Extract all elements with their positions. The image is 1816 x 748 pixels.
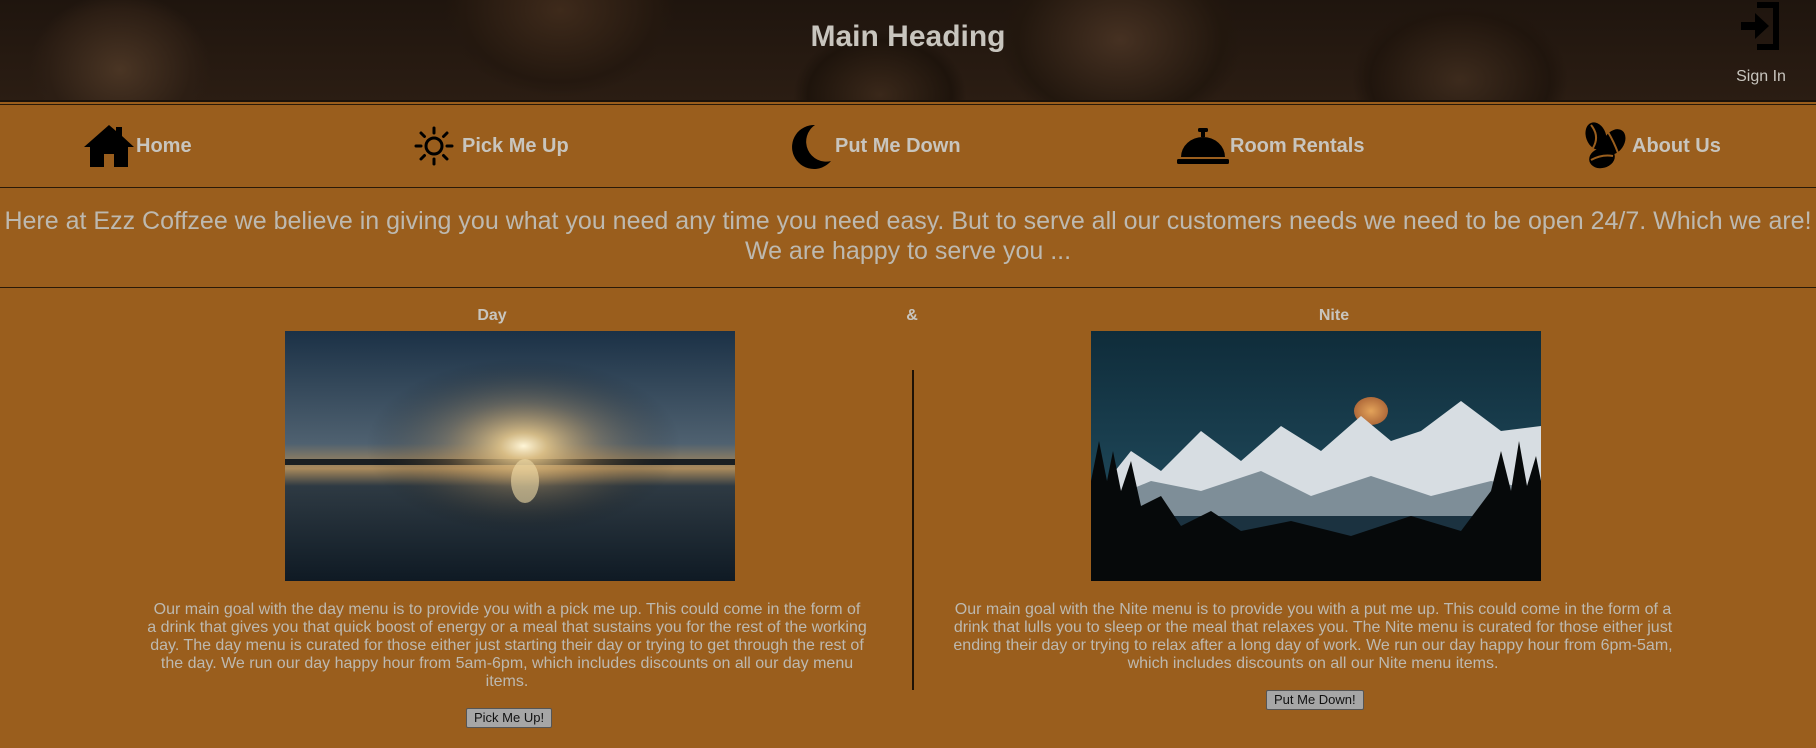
nav-item-put-me-down-label: Put Me Down: [835, 134, 961, 157]
nav-item-home-label: Home: [136, 134, 192, 157]
nav-item-home[interactable]: Home: [82, 105, 192, 187]
intro-line-1: Here at Ezz Coffzee we believe in giving…: [4, 207, 1812, 235]
nite-moon-image: [1091, 331, 1541, 581]
home-icon: [84, 125, 134, 167]
header-banner: Main Heading Sign In: [0, 0, 1816, 102]
pick-me-up-button[interactable]: Pick Me Up!: [466, 708, 553, 728]
nav-item-put-me-down[interactable]: Put Me Down: [785, 105, 961, 187]
sun-icon: [414, 126, 454, 166]
sign-in-icon: [1741, 2, 1779, 50]
put-me-down-button[interactable]: Put Me Down!: [1266, 690, 1364, 710]
nite-title: Nite: [1318, 307, 1350, 324]
concierge-bell-icon: [1177, 128, 1229, 164]
sign-in-link[interactable]: Sign In: [1726, 0, 1796, 86]
page-title: Main Heading: [810, 20, 1006, 53]
nav-item-about-us-label: About Us: [1632, 134, 1721, 157]
coffee-beans-icon: [1585, 122, 1626, 169]
nav-item-room-rentals[interactable]: Room Rentals: [1176, 105, 1364, 187]
moon-icon: [792, 124, 831, 169]
day-title: Day: [477, 307, 507, 324]
sign-in-label: Sign In: [1736, 68, 1786, 85]
column-divider: [912, 370, 914, 690]
ampersand-label: &: [906, 307, 918, 324]
nav-item-pick-me-up[interactable]: Pick Me Up: [414, 105, 569, 187]
intro-line-2: We are happy to serve you ...: [744, 237, 1072, 265]
nav-item-pick-me-up-label: Pick Me Up: [462, 134, 569, 157]
main-nav: Home Pick Me Up Put Me Down Room Rentals…: [0, 104, 1816, 188]
day-sunset-image: [285, 331, 735, 581]
nav-item-room-rentals-label: Room Rentals: [1230, 134, 1365, 157]
intro-banner: Here at Ezz Coffzee we believe in giving…: [0, 188, 1816, 288]
nite-description: Our main goal with the Nite menu is to p…: [953, 601, 1673, 672]
nav-item-about-us[interactable]: About Us: [1580, 105, 1721, 187]
day-description: Our main goal with the day menu is to pr…: [147, 601, 867, 690]
